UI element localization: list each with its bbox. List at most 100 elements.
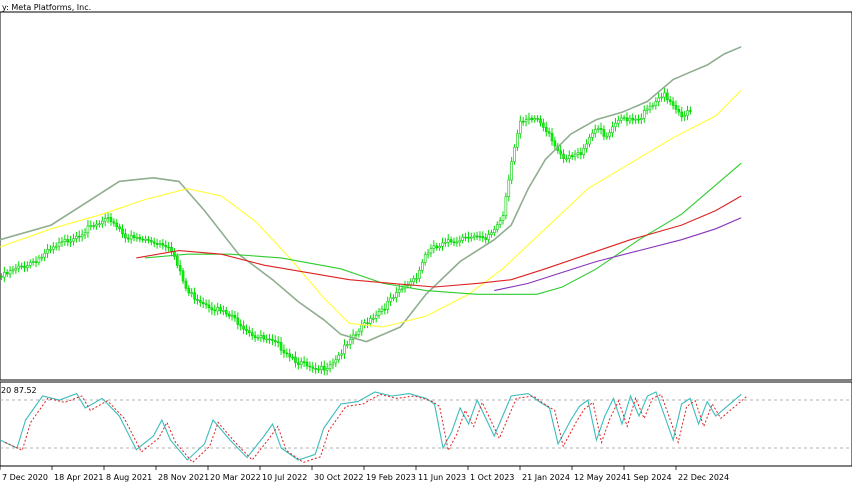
- candle-body: [248, 330, 251, 333]
- candle-body: [452, 241, 456, 244]
- candle-body: [550, 132, 554, 142]
- candle-body: [0, 275, 3, 278]
- candle-body: [622, 117, 626, 120]
- candle-body: [236, 317, 240, 325]
- candle-body: [340, 353, 343, 356]
- candle-body: [233, 314, 237, 319]
- candle-body: [634, 118, 637, 121]
- x-tick-label: 21 Jan 2024: [522, 473, 570, 482]
- candle-body: [596, 128, 600, 130]
- candle-body: [302, 361, 306, 364]
- candle-body: [631, 117, 635, 121]
- candle-body: [472, 235, 476, 238]
- candle-body: [80, 234, 84, 238]
- candle-body: [464, 236, 467, 239]
- candle-body: [118, 226, 121, 230]
- oscillator-pane-frame: [0, 381, 852, 467]
- candle-body: [49, 249, 52, 251]
- candle-body: [291, 356, 294, 359]
- candle-body: [614, 122, 617, 128]
- x-tick-label: 30 Oct 2022: [314, 473, 363, 482]
- candle-body: [666, 92, 669, 101]
- candle-body: [461, 236, 464, 241]
- candle-body: [397, 289, 401, 293]
- candle-body: [449, 239, 453, 243]
- candle-body: [438, 246, 441, 249]
- candle-body: [181, 270, 185, 282]
- candle-body: [651, 105, 655, 107]
- candle-body: [343, 344, 346, 355]
- x-tick-label: 28 Nov 2021: [158, 473, 209, 482]
- candle-body: [14, 267, 18, 271]
- candle-body: [400, 288, 404, 291]
- candle-body: [72, 238, 75, 242]
- candle-body: [26, 265, 29, 269]
- candle-body: [141, 238, 144, 241]
- candle-body: [519, 120, 522, 134]
- candle-body: [386, 300, 390, 310]
- candle-body: [475, 235, 479, 238]
- candle-body: [513, 146, 516, 162]
- candle-body: [611, 126, 614, 134]
- candle-body: [683, 115, 686, 118]
- candle-body: [582, 148, 586, 155]
- candle-body: [43, 252, 46, 258]
- candle-body: [126, 237, 130, 240]
- candle-body: [245, 328, 248, 331]
- candle-body: [57, 242, 61, 247]
- candle-body: [279, 342, 283, 351]
- candle-body: [642, 110, 646, 119]
- candle-body: [265, 338, 268, 341]
- candle-body: [276, 341, 280, 344]
- x-tick-label: 20 Mar 2022: [210, 473, 261, 482]
- candle-body: [305, 361, 309, 367]
- candle-body: [268, 338, 271, 341]
- candle-body: [599, 128, 603, 130]
- candle-body: [184, 280, 188, 289]
- candle-body: [686, 110, 689, 116]
- candle-body: [129, 235, 133, 240]
- x-tick-label: 22 Dec 2024: [678, 473, 729, 482]
- candle-body: [444, 241, 447, 244]
- x-tick-label: 12 May 2024: [574, 473, 626, 482]
- candle-body: [222, 310, 225, 312]
- candle-body: [124, 233, 127, 239]
- candle-body: [591, 132, 594, 138]
- candle-body: [193, 292, 196, 300]
- candle-body: [429, 248, 433, 254]
- chart-title: y: Meta Platforms, Inc.: [2, 3, 91, 12]
- candle-body: [357, 330, 361, 335]
- candle-body: [510, 161, 513, 181]
- candle-body: [31, 261, 35, 263]
- candle-body: [677, 108, 681, 113]
- candle-body: [227, 313, 231, 317]
- candle-body: [608, 132, 611, 137]
- candle-body: [199, 300, 202, 303]
- candle-body: [210, 307, 214, 311]
- x-axis: 7 Dec 2020 18 Apr 2021 8 Aug 2021 28 Nov 20…: [0, 466, 729, 482]
- candle-body: [533, 118, 537, 121]
- candle-body: [441, 242, 444, 247]
- candle-body: [360, 324, 364, 332]
- candle-body: [674, 105, 678, 110]
- candle-body: [322, 365, 326, 371]
- candle-body: [383, 308, 387, 311]
- candle-body: [320, 365, 323, 370]
- candle-body: [487, 234, 490, 240]
- candle-body: [504, 196, 508, 217]
- candle-body: [164, 245, 168, 248]
- candle-body: [654, 101, 658, 106]
- x-tick-label: 18 Apr 2021: [54, 473, 103, 482]
- candle-body: [432, 245, 436, 249]
- candle-body: [593, 129, 597, 134]
- candle-body: [426, 252, 430, 256]
- candle-body: [455, 241, 459, 244]
- price-pane: y: Meta Platforms, Inc.: [0, 3, 852, 381]
- candle-body: [288, 353, 292, 358]
- candle-body: [273, 340, 277, 343]
- candle-body: [657, 97, 660, 102]
- candle-body: [106, 217, 110, 219]
- candle-body: [170, 246, 173, 252]
- candle-body: [395, 292, 398, 298]
- candle-body: [17, 265, 21, 269]
